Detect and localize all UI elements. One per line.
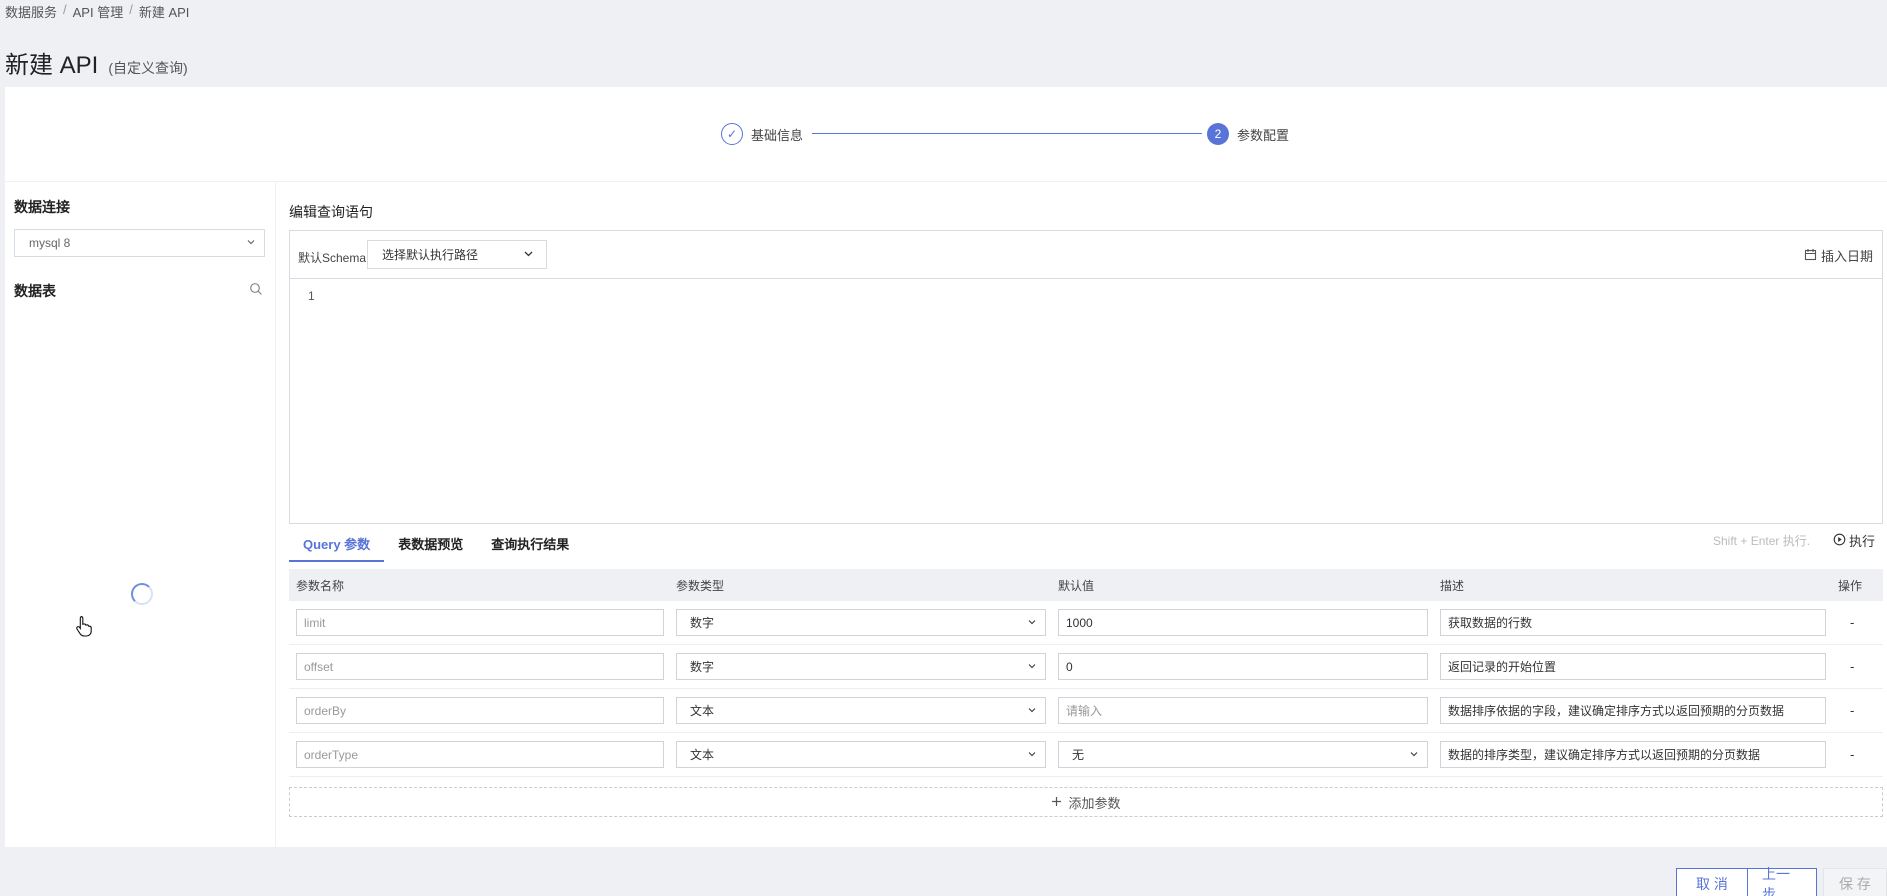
breadcrumb-item-data-service[interactable]: 数据服务 — [5, 2, 57, 21]
table-row: limit 数字 1000 获取数据的行数 - — [289, 601, 1883, 645]
prev-step-button[interactable]: 上一步 — [1747, 866, 1817, 896]
breadcrumb-separator: / — [63, 2, 67, 17]
header-description: 描述 — [1440, 578, 1465, 593]
steps-card: ✓ 基础信息 2 参数配置 — [5, 87, 1887, 181]
chevron-down-icon — [246, 236, 256, 250]
step-connector — [812, 133, 1202, 134]
editor-title: 编辑查询语句 — [289, 204, 373, 220]
tab-query-params[interactable]: Query 参数 — [289, 530, 385, 562]
param-name-input[interactable]: orderType — [296, 741, 664, 768]
save-button[interactable]: 保 存 — [1823, 868, 1887, 896]
default-input[interactable]: 0 — [1058, 653, 1428, 680]
insert-date-label: 插入日期 — [1820, 249, 1873, 264]
param-type-value: 文本 — [690, 748, 715, 762]
sql-editor[interactable]: 默认Schema 选择默认执行路径 插入日期 1 — [289, 230, 1883, 524]
cancel-button[interactable]: 取 消 — [1676, 868, 1748, 896]
footer-actions: 取 消 上一步 保 存 — [0, 848, 1887, 896]
step-label: 参数配置 — [1237, 127, 1290, 143]
breadcrumb-item-new-api: 新建 API — [138, 5, 190, 20]
run-shortcut-hint: Shift + Enter 执行. — [1713, 534, 1811, 548]
description-input[interactable]: 获取数据的行数 — [1440, 609, 1826, 636]
play-icon — [1833, 533, 1846, 549]
default-select[interactable]: 无 — [1058, 741, 1428, 768]
page-title-text: 新建 API — [5, 52, 99, 79]
schema-select-placeholder: 选择默认执行路径 — [382, 248, 479, 262]
row-action: - — [1850, 615, 1855, 630]
param-type-select[interactable]: 文本 — [676, 741, 1046, 768]
connection-title: 数据连接 — [14, 199, 70, 215]
loading-spinner-icon — [131, 583, 153, 605]
header-default: 默认值 — [1058, 578, 1095, 593]
description-input[interactable]: 数据的排序类型，建议确定排序方式以返回预期的分页数据 — [1440, 741, 1826, 768]
line-number: 1 — [308, 289, 315, 303]
chevron-down-icon — [523, 248, 534, 262]
schema-label: 默认Schema — [298, 251, 367, 265]
breadcrumb-item-api-management[interactable]: API 管理 — [73, 2, 124, 21]
chevron-down-icon — [1027, 748, 1037, 762]
connection-select[interactable]: mysql 8 — [14, 229, 265, 257]
param-type-select[interactable]: 数字 — [676, 609, 1046, 636]
add-param-button[interactable]: 添加参数 — [289, 787, 1883, 817]
check-icon: ✓ — [721, 123, 743, 145]
connection-value: mysql 8 — [29, 236, 71, 250]
param-name-input[interactable]: limit — [296, 609, 664, 636]
param-type-select[interactable]: 数字 — [676, 653, 1046, 680]
tab-query-result[interactable]: 查询执行结果 — [477, 530, 583, 562]
chevron-down-icon — [1409, 748, 1419, 762]
add-param-label: 添加参数 — [1068, 795, 1121, 811]
default-value: 无 — [1072, 748, 1085, 762]
param-type-value: 文本 — [690, 704, 715, 718]
page-title: 新建 API (自定义查询) — [5, 45, 188, 80]
default-input[interactable]: 请输入 — [1058, 697, 1428, 724]
plus-icon — [1051, 795, 1062, 810]
run-button[interactable]: 执行 — [1833, 531, 1875, 550]
breadcrumb-separator: / — [129, 2, 133, 17]
chevron-down-icon — [1027, 660, 1037, 674]
param-type-value: 数字 — [690, 660, 715, 674]
table-row: orderType 文本 无 数据的排序类型，建议确定排序方式以返回预期的分页数… — [289, 733, 1883, 777]
schema-select[interactable]: 选择默认执行路径 — [367, 240, 547, 269]
chevron-down-icon — [1027, 704, 1037, 718]
table-header: 参数名称 参数类型 默认值 描述 操作 — [289, 569, 1883, 601]
insert-date-button[interactable]: 插入日期 — [1804, 246, 1873, 265]
param-name-input[interactable]: orderBy — [296, 697, 664, 724]
step-basic-info[interactable]: ✓ 基础信息 — [721, 123, 803, 145]
left-panel: 数据连接 mysql 8 数据表 — [5, 182, 275, 847]
row-action: - — [1850, 703, 1855, 718]
description-input[interactable]: 数据排序依据的字段，建议确定排序方式以返回预期的分页数据 — [1440, 697, 1826, 724]
default-input[interactable]: 1000 — [1058, 609, 1428, 636]
row-action: - — [1850, 659, 1855, 674]
params-table: 参数名称 参数类型 默认值 描述 操作 limit 数字 1000 获取数据的行… — [289, 569, 1883, 777]
step-param-config[interactable]: 2 参数配置 — [1207, 123, 1289, 145]
tab-table-preview[interactable]: 表数据预览 — [384, 530, 477, 562]
header-param-type: 参数类型 — [676, 578, 725, 593]
page-subtitle: (自定义查询) — [108, 60, 188, 76]
editor-toolbar: 默认Schema 选择默认执行路径 插入日期 — [290, 231, 1882, 279]
header-action: 操作 — [1838, 578, 1863, 593]
param-name-input[interactable]: offset — [296, 653, 664, 680]
calendar-icon — [1804, 248, 1817, 264]
step-number: 2 — [1207, 123, 1229, 145]
hand-cursor-icon — [75, 615, 93, 640]
header-param-name: 参数名称 — [296, 578, 345, 593]
description-input[interactable]: 返回记录的开始位置 — [1440, 653, 1826, 680]
run-label: 执行 — [1849, 534, 1876, 549]
param-type-select[interactable]: 文本 — [676, 697, 1046, 724]
step-label: 基础信息 — [751, 127, 804, 143]
table-row: orderBy 文本 请输入 数据排序依据的字段，建议确定排序方式以返回预期的分… — [289, 689, 1883, 733]
row-action: - — [1850, 747, 1855, 762]
breadcrumb: 数据服务 / API 管理 / 新建 API — [5, 2, 189, 21]
tables-title: 数据表 — [14, 283, 56, 299]
chevron-down-icon — [1027, 616, 1037, 630]
result-tabs: Query 参数 表数据预览 查询执行结果 — [289, 530, 583, 562]
table-row: offset 数字 0 返回记录的开始位置 - — [289, 645, 1883, 689]
param-type-value: 数字 — [690, 616, 715, 630]
right-panel: 编辑查询语句 默认Schema 选择默认执行路径 插入日期 1 Query 参数… — [276, 182, 1887, 847]
search-icon[interactable] — [249, 282, 263, 299]
